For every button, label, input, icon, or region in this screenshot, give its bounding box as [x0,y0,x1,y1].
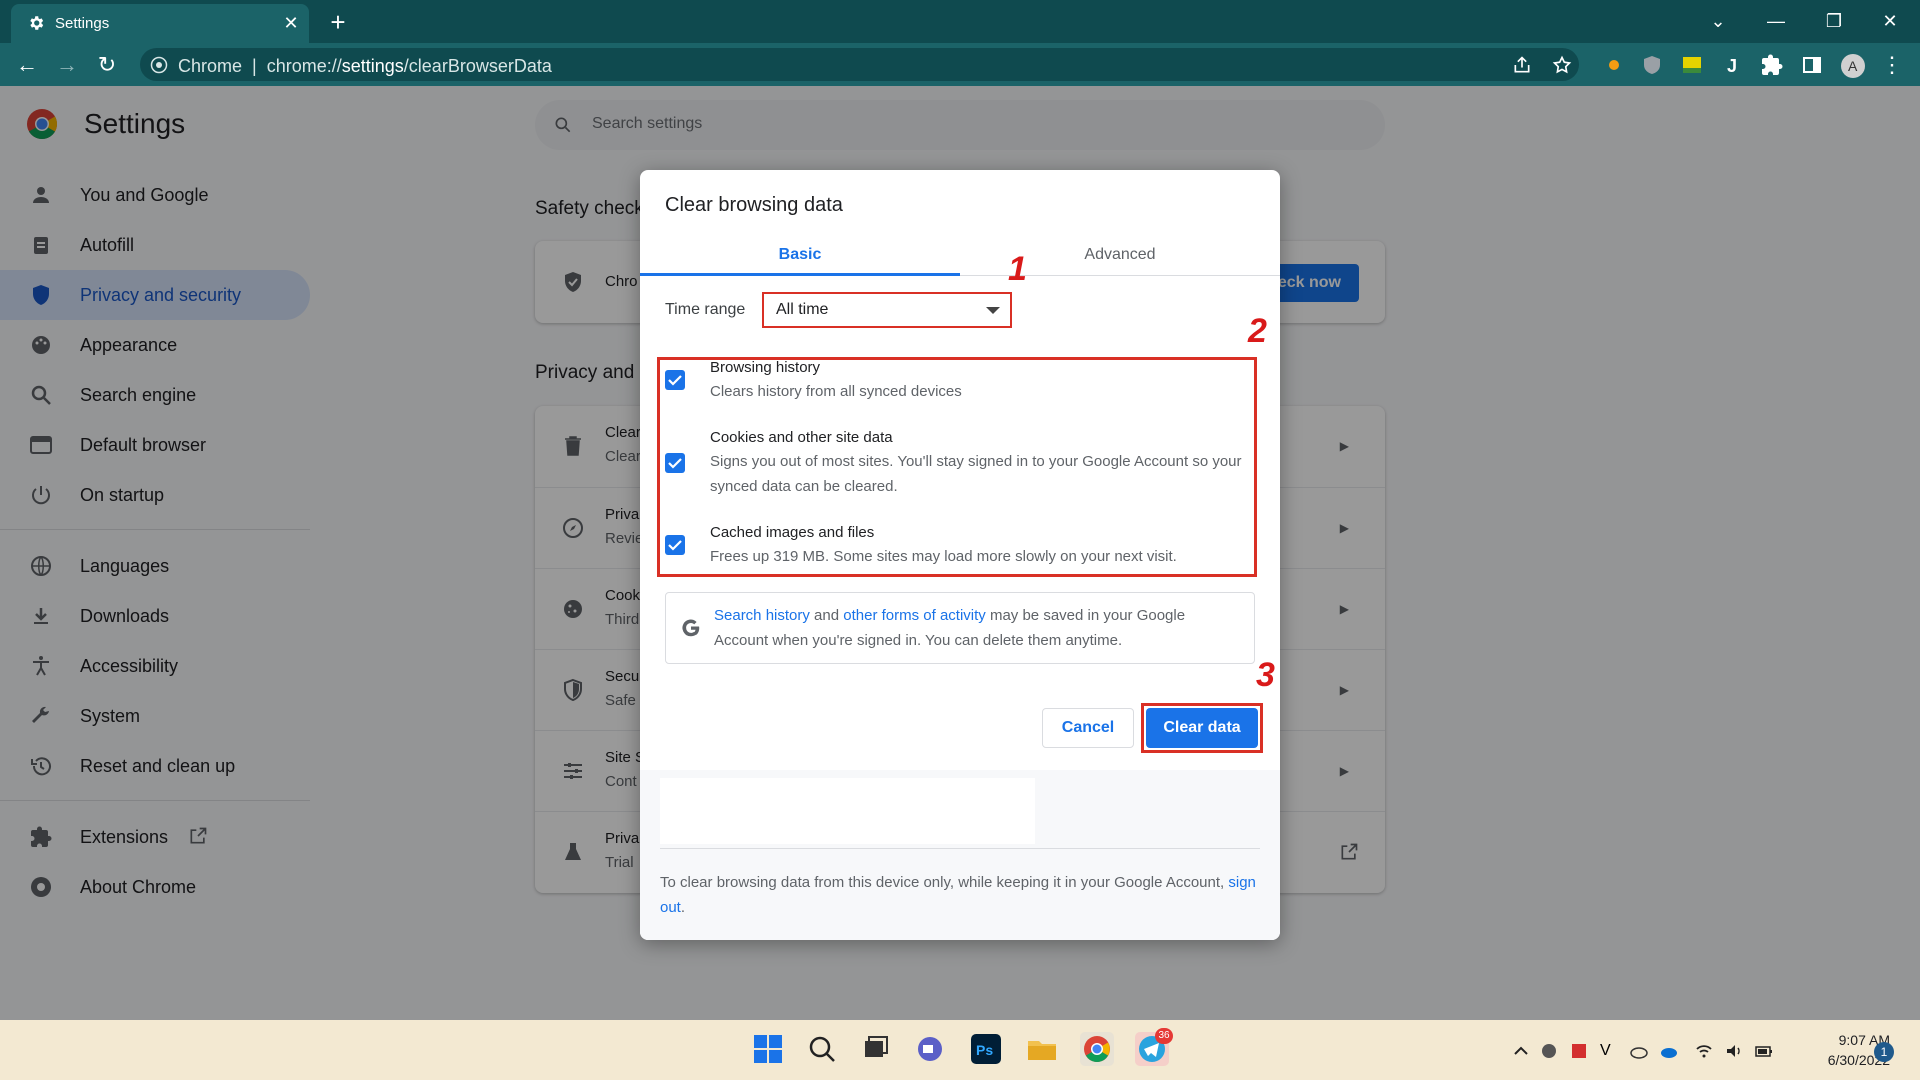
restore-button[interactable]: ❐ [1810,6,1858,36]
cloud-icon[interactable] [1630,1042,1648,1060]
battery-icon[interactable] [1755,1042,1773,1060]
caret-down-icon [986,307,1000,314]
google-g-icon [682,619,700,637]
tray-app-icon[interactable] [1540,1042,1558,1060]
browsing-history-title: Browsing history [710,359,821,376]
cached-images-title: Cached images and files [710,524,875,541]
volume-icon[interactable] [1725,1042,1743,1060]
time-range-label: Time range [665,301,746,318]
cached-images-desc: Frees up 319 MB. Some sites may load mor… [710,548,1177,565]
tab-title: Settings [55,15,110,32]
telegram-icon[interactable]: 36 [1135,1028,1173,1066]
cookies-desc: Signs you out of most sites. You'll stay… [710,453,1242,495]
onedrive-icon[interactable] [1660,1042,1678,1060]
file-explorer-icon[interactable] [1025,1032,1059,1066]
checkmark-icon [668,458,682,469]
annotation-number-3: 3 [1256,656,1275,694]
tray-red-icon[interactable] [1570,1042,1588,1060]
browsing-history-checkbox[interactable] [665,370,685,390]
other-activity-link[interactable]: other forms of activity [843,607,986,624]
close-window-button[interactable]: ✕ [1866,6,1914,36]
avatar[interactable]: A [1840,53,1865,78]
tab-basic[interactable]: Basic [640,232,960,276]
svg-text:A: A [1848,58,1858,74]
tab-search-icon[interactable]: ⌄ [1694,6,1742,36]
cached-images-checkbox[interactable] [665,535,685,555]
annotation-number-2: 2 [1248,312,1267,350]
minimize-button[interactable]: — [1752,6,1800,36]
chrome-taskbar-icon[interactable] [1080,1032,1114,1066]
bookmark-star-icon[interactable] [1552,55,1572,75]
footer-text: To clear browsing data from this device … [660,874,1256,916]
ublock-icon[interactable] [1640,53,1664,77]
forward-button[interactable]: → [52,50,82,80]
new-tab-button[interactable]: + [324,8,352,36]
time-range-select[interactable]: All time [762,292,1012,328]
account-card [660,778,1035,844]
google-note-text: Search history and other forms of activi… [714,607,1186,649]
search-history-link[interactable]: Search history [714,607,810,624]
windows-taskbar: Ps 36 V 9:07 AM 6/30/2022 1 [0,1020,1920,1080]
task-view-icon[interactable] [859,1032,893,1066]
dialog-tabs: Basic Advanced [640,232,1280,276]
chrome-site-icon [150,56,168,74]
photoshop-icon[interactable]: Ps [969,1032,1003,1066]
side-panel-icon[interactable] [1800,53,1824,77]
svg-text:Ps: Ps [976,1042,993,1058]
cancel-button[interactable]: Cancel [1042,708,1134,748]
svg-text:J: J [1727,56,1737,76]
browsing-history-desc: Clears history from all synced devices [710,383,962,400]
footer-divider [660,848,1260,849]
reload-button[interactable]: ↻ [92,50,122,80]
share-icon[interactable] [1512,55,1532,75]
google-activity-note: Search history and other forms of activi… [665,592,1255,664]
title-bar: Settings ✕ + ⌄ — ❐ ✕ [0,0,1920,43]
wifi-icon[interactable] [1695,1042,1713,1060]
chat-icon[interactable] [913,1032,947,1066]
clear-data-button[interactable]: Clear data [1146,708,1258,748]
chevron-up-icon[interactable] [1512,1042,1530,1060]
menu-kebab-icon[interactable]: ⋮ [1880,53,1904,77]
browser-toolbar: ← → ↻ Chrome | chrome://settings/clearBr… [0,43,1920,86]
back-button[interactable]: ← [12,50,42,80]
dialog-title: Clear browsing data [665,194,843,216]
windows-start-icon[interactable] [751,1032,785,1066]
checkmark-icon [668,375,682,386]
address-bar[interactable]: Chrome | chrome://settings/clearBrowserD… [140,48,1579,81]
extension-orange-icon[interactable] [1602,53,1626,77]
cookies-checkbox[interactable] [665,453,685,473]
search-icon[interactable] [805,1032,839,1066]
tab-settings[interactable]: Settings ✕ [11,4,309,43]
extension-j-icon[interactable]: J [1720,53,1744,77]
puzzle-icon[interactable] [1760,53,1784,77]
url-text: Chrome | chrome://settings/clearBrowserD… [178,56,552,76]
extension-yellow-icon[interactable] [1680,53,1704,77]
clear-browsing-data-dialog: Clear browsing data Basic Advanced 1 Tim… [640,170,1280,940]
gear-icon [30,16,44,30]
checkmark-icon [668,540,682,551]
close-tab-icon[interactable]: ✕ [281,13,301,33]
dialog-footer: To clear browsing data from this device … [640,770,1280,940]
telegram-badge: 36 [1155,1028,1173,1044]
annotation-number-1: 1 [1008,250,1027,288]
cookies-title: Cookies and other site data [710,429,893,446]
v-icon[interactable]: V [1600,1042,1618,1060]
notification-badge[interactable]: 1 [1874,1042,1894,1062]
